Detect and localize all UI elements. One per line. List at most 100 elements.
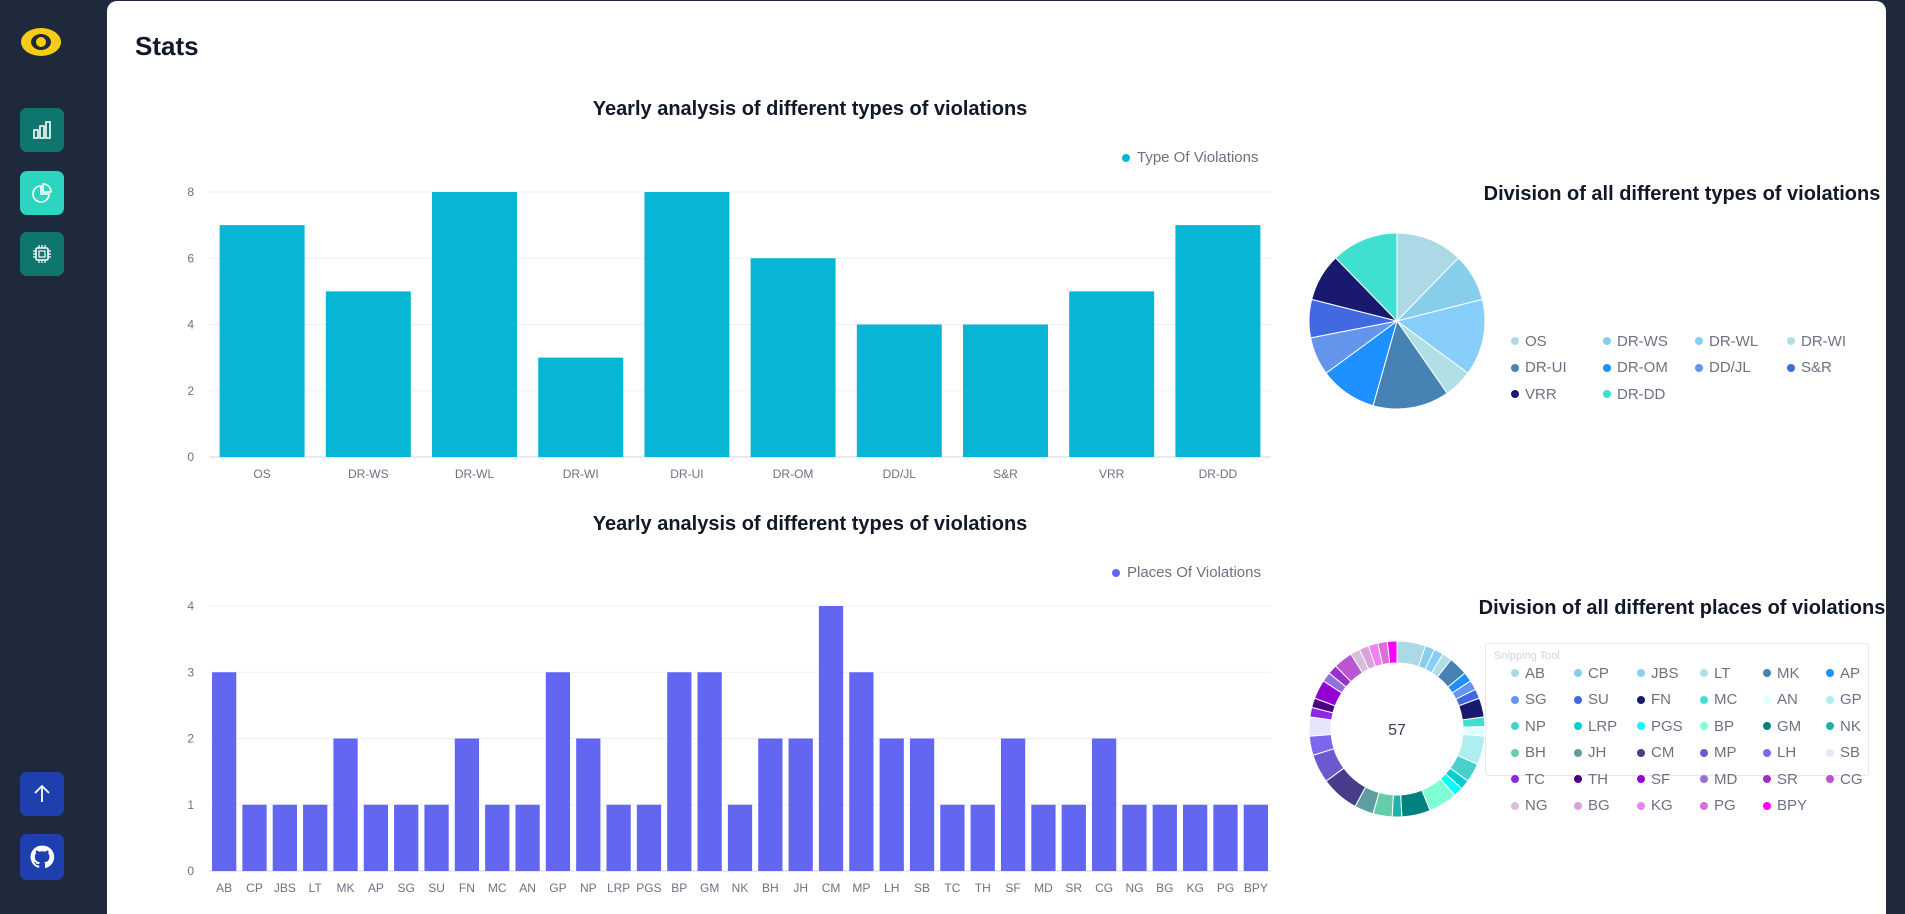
legend-label: JH — [1588, 744, 1607, 762]
bar — [576, 738, 601, 871]
legend-dot — [1574, 722, 1582, 731]
x-tick-label: CM — [822, 881, 841, 895]
legend-label: MC — [1714, 691, 1738, 709]
legend-dot — [1574, 801, 1582, 810]
x-tick-label: NG — [1125, 881, 1143, 895]
legend-item[interactable]: TC — [1511, 766, 1574, 793]
legend-label: PGS — [1651, 717, 1683, 735]
legend-item[interactable]: NG — [1511, 793, 1574, 820]
legend-dot — [1826, 722, 1834, 731]
legend-item[interactable]: BG — [1574, 793, 1637, 820]
x-tick-label: BP — [671, 881, 687, 895]
legend-label: PG — [1714, 797, 1736, 815]
legend-item[interactable]: JBS — [1637, 660, 1700, 687]
legend-label: TC — [1525, 770, 1545, 788]
legend-item[interactable]: CG — [1826, 766, 1889, 793]
legend-dot — [1826, 695, 1834, 704]
legend-label: SB — [1840, 744, 1861, 762]
legend-item[interactable]: SR — [1763, 766, 1826, 793]
legend-item[interactable]: MK — [1763, 660, 1826, 687]
legend-dot — [1763, 722, 1771, 731]
legend-label: NK — [1840, 717, 1861, 735]
bar — [849, 672, 874, 871]
legend-item[interactable]: FN — [1637, 687, 1700, 714]
legend-dot — [1511, 775, 1519, 784]
bar — [515, 804, 540, 871]
legend-dot — [1637, 775, 1645, 784]
legend-item[interactable]: BH — [1511, 740, 1574, 767]
legend-item[interactable]: GM — [1763, 713, 1826, 740]
github-button[interactable] — [20, 834, 64, 880]
x-tick-label: GM — [700, 881, 719, 895]
bar — [758, 738, 783, 871]
x-tick-label: LT — [309, 881, 323, 895]
legend-item[interactable]: NP — [1511, 713, 1574, 740]
x-tick-label: NK — [732, 881, 749, 895]
legend-dot — [1511, 669, 1519, 678]
sidebar-button-bar-chart[interactable] — [20, 108, 64, 152]
legend-item[interactable]: BPY — [1763, 793, 1826, 820]
legend-label: AP — [1840, 664, 1861, 682]
legend-item[interactable]: AN — [1763, 687, 1826, 714]
legend-dot — [1574, 775, 1582, 784]
bar — [242, 804, 267, 871]
x-tick-label: TH — [975, 881, 991, 895]
x-tick-label: MK — [337, 881, 355, 895]
legend-item[interactable]: MC — [1700, 687, 1763, 714]
legend-dot — [1826, 748, 1834, 757]
x-tick-label: BPY — [1244, 881, 1268, 895]
bar — [1031, 804, 1056, 871]
x-tick-label: CG — [1095, 881, 1113, 895]
x-tick-label: TC — [944, 881, 960, 895]
legend-dot — [1763, 801, 1771, 810]
x-tick-label: CP — [246, 881, 263, 895]
legend-dot — [1763, 669, 1771, 678]
sidebar-button-pie-chart[interactable] — [20, 171, 64, 215]
legend-item[interactable]: CM — [1637, 740, 1700, 767]
legend-item[interactable]: BP — [1700, 713, 1763, 740]
legend-item[interactable]: SU — [1574, 687, 1637, 714]
legend-item[interactable]: PGS — [1637, 713, 1700, 740]
legend-item[interactable]: JH — [1574, 740, 1637, 767]
legend-item[interactable]: SG — [1511, 687, 1574, 714]
legend-item[interactable]: PG — [1700, 793, 1763, 820]
legend-item[interactable]: GP — [1826, 687, 1889, 714]
legend-item[interactable]: KG — [1637, 793, 1700, 820]
donut-chart-places: 57 — [1308, 640, 1486, 818]
x-tick-label: BH — [762, 881, 779, 895]
legend-item[interactable]: TH — [1574, 766, 1637, 793]
legend-item[interactable]: LH — [1763, 740, 1826, 767]
bar — [970, 804, 995, 871]
bar — [424, 804, 449, 871]
scroll-top-button[interactable] — [20, 772, 64, 816]
bar — [454, 738, 480, 871]
x-tick-label: NP — [580, 881, 597, 895]
legend-dot — [1763, 695, 1771, 704]
legend-item[interactable]: NK — [1826, 713, 1889, 740]
legend-item[interactable]: LT — [1700, 660, 1763, 687]
legend-label: TH — [1588, 770, 1608, 788]
legend-label: CG — [1840, 770, 1863, 788]
legend-item[interactable]: LRP — [1574, 713, 1637, 740]
x-tick-label: LRP — [607, 881, 630, 895]
x-tick-label: MC — [488, 881, 507, 895]
legend-item[interactable]: SF — [1637, 766, 1700, 793]
eye-logo-icon — [19, 27, 63, 57]
legend-item[interactable]: CP — [1574, 660, 1637, 687]
legend-label: SG — [1525, 691, 1547, 709]
sidebar-button-chip[interactable] — [20, 232, 64, 276]
legend-item[interactable]: AP — [1826, 660, 1889, 687]
legend-item[interactable]: MD — [1700, 766, 1763, 793]
legend-label: LH — [1777, 744, 1797, 762]
legend-item[interactable]: SB — [1826, 740, 1889, 767]
bar — [333, 738, 358, 871]
github-icon — [30, 845, 55, 868]
x-tick-label: KG — [1186, 881, 1203, 895]
bar — [1122, 804, 1147, 871]
legend-item[interactable]: AB — [1511, 660, 1574, 687]
x-tick-label: PGS — [636, 881, 661, 895]
legend-dot — [1700, 669, 1708, 678]
legend-label: BPY — [1777, 797, 1808, 815]
legend-item[interactable]: MP — [1700, 740, 1763, 767]
chart-title-division-places: Division of all different places of viol… — [1478, 597, 1886, 619]
